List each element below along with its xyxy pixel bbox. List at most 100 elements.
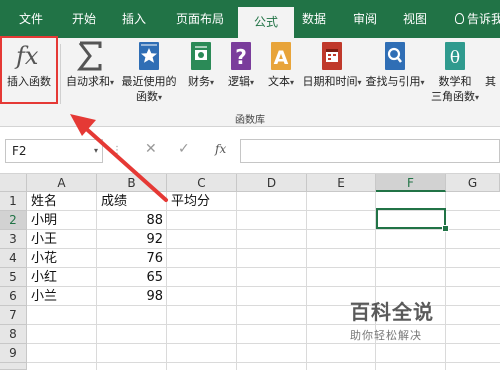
- date-time-button[interactable]: 日期和时间▾: [301, 38, 363, 112]
- chevron-down-icon: ▾: [420, 78, 425, 87]
- chevron-down-icon: ▾: [357, 78, 362, 87]
- tell-me-label: 告诉我: [467, 12, 500, 26]
- ribbon-formulas-panel: fx 插入函数 自动求和▾ 最近使用的函数▾ 财务▾ ? 逻辑▾ A 文本▾: [0, 38, 500, 127]
- cell-b1[interactable]: 成绩: [97, 192, 167, 211]
- row-header-5[interactable]: 5: [0, 268, 27, 287]
- ribbon-tab-bar: 文件 开始 插入 页面布局 公式 数据 审阅 视图 告诉我: [0, 0, 500, 38]
- ribbon-group-label: 函数库: [235, 115, 265, 126]
- chevron-down-icon: ▾: [157, 93, 162, 102]
- row-header-2[interactable]: 2: [0, 211, 27, 230]
- ribbon-separator: [60, 44, 61, 104]
- tab-formulas[interactable]: 公式: [238, 7, 294, 38]
- cell-a6[interactable]: 小兰: [27, 287, 97, 306]
- watermark: 百科全说 助你轻松解决: [350, 296, 454, 343]
- row-header-7[interactable]: 7: [0, 306, 27, 325]
- select-all-corner[interactable]: [0, 174, 27, 192]
- chevron-down-icon: ▾: [109, 78, 114, 87]
- column-header-g[interactable]: G: [446, 174, 500, 192]
- a-book-icon: A: [268, 40, 294, 76]
- math-trig-label-2: 三角函数: [430, 90, 475, 103]
- formula-input[interactable]: [240, 139, 500, 163]
- text-button[interactable]: A 文本▾: [262, 38, 300, 112]
- gridline: [27, 343, 500, 344]
- theta-book-icon: θ: [442, 40, 468, 76]
- row-header-1[interactable]: 1: [0, 192, 27, 211]
- enter-icon[interactable]: ✓: [178, 141, 190, 157]
- svg-text:θ: θ: [450, 48, 460, 68]
- recently-used-label-2: 函数: [135, 90, 158, 103]
- watermark-title: 百科全说: [350, 300, 434, 324]
- column-header-d[interactable]: D: [237, 174, 307, 192]
- math-trig-button[interactable]: θ 数学和 三角函数▾: [427, 38, 483, 112]
- name-box[interactable]: F2 ▾: [5, 139, 103, 163]
- lookup-reference-button[interactable]: 查找与引用▾: [364, 38, 426, 112]
- cell-a2[interactable]: 小明: [27, 211, 97, 230]
- row-header-6[interactable]: 6: [0, 287, 27, 306]
- date-time-label: 日期和时间: [302, 75, 358, 88]
- financial-button[interactable]: 财务▾: [182, 38, 220, 112]
- tab-review[interactable]: 审阅: [353, 0, 377, 38]
- autosum-button[interactable]: 自动求和▾: [64, 38, 116, 112]
- cell-a4[interactable]: 小花: [27, 249, 97, 268]
- formula-bar-resize-handle[interactable]: ⋮: [112, 145, 122, 156]
- search-book-icon: [382, 40, 408, 76]
- fill-handle[interactable]: [442, 225, 449, 232]
- row-header-4[interactable]: 4: [0, 249, 27, 268]
- cell-a1[interactable]: 姓名: [27, 192, 97, 211]
- cell-a3[interactable]: 小王: [27, 230, 97, 249]
- text-label: 文本: [267, 75, 290, 88]
- recently-used-label: 最近使用的: [121, 75, 177, 88]
- row-header-3[interactable]: 3: [0, 230, 27, 249]
- column-header-e[interactable]: E: [307, 174, 376, 192]
- tab-page-layout[interactable]: 页面布局: [176, 0, 224, 38]
- more-functions-button[interactable]: 其: [485, 38, 500, 112]
- cell-b3[interactable]: 92: [97, 230, 167, 249]
- lightbulb-icon: [455, 13, 464, 24]
- autosum-label: 自动求和: [65, 75, 110, 88]
- column-header-a[interactable]: A: [27, 174, 97, 192]
- cell-c1[interactable]: 平均分: [167, 192, 237, 211]
- tell-me-search[interactable]: 告诉我: [455, 0, 500, 38]
- sigma-icon: [75, 40, 105, 76]
- tab-view[interactable]: 视图: [403, 0, 427, 38]
- cancel-icon[interactable]: ✕: [145, 141, 157, 157]
- column-header-f[interactable]: F: [376, 174, 446, 192]
- tab-home[interactable]: 开始: [72, 0, 96, 38]
- column-header-c[interactable]: C: [167, 174, 237, 192]
- financial-label: 财务: [187, 75, 210, 88]
- watermark-subtitle: 助你轻松解决: [350, 329, 422, 342]
- gridline: [27, 362, 500, 363]
- recently-used-button[interactable]: 最近使用的函数▾: [118, 38, 180, 112]
- calendar-book-icon: [319, 40, 345, 76]
- tab-insert[interactable]: 插入: [122, 0, 146, 38]
- cell-a5[interactable]: 小红: [27, 268, 97, 287]
- chevron-down-icon[interactable]: ▾: [94, 140, 98, 162]
- cell-b5[interactable]: 65: [97, 268, 167, 287]
- row-header-9[interactable]: 9: [0, 344, 27, 363]
- logical-label: 逻辑: [227, 75, 250, 88]
- name-box-value: F2: [12, 144, 27, 158]
- fx-icon[interactable]: fx: [215, 142, 226, 156]
- tab-file[interactable]: 文件: [19, 0, 43, 38]
- row-header-10[interactable]: [0, 363, 27, 370]
- math-trig-label: 数学和: [438, 75, 472, 88]
- logical-button[interactable]: ? 逻辑▾: [222, 38, 260, 112]
- cell-b2[interactable]: 88: [97, 211, 167, 230]
- column-header-b[interactable]: B: [97, 174, 167, 192]
- svg-text:A: A: [274, 47, 289, 69]
- chevron-down-icon: ▾: [209, 78, 214, 87]
- chevron-down-icon: ▾: [249, 78, 254, 87]
- star-book-icon: [136, 40, 162, 76]
- insert-function-highlight: [0, 36, 58, 104]
- question-book-icon: ?: [228, 40, 254, 76]
- svg-text:?: ?: [235, 45, 247, 69]
- more-functions-label: 其: [485, 75, 496, 88]
- cell-b4[interactable]: 76: [97, 249, 167, 268]
- row-header-8[interactable]: 8: [0, 325, 27, 344]
- chevron-down-icon: ▾: [289, 78, 294, 87]
- formula-bar: F2 ▾ ⋮ ✕ ✓ fx: [0, 127, 500, 174]
- tab-data[interactable]: 数据: [302, 0, 326, 38]
- cell-b6[interactable]: 98: [97, 287, 167, 306]
- active-cell-f2[interactable]: [376, 208, 446, 229]
- money-book-icon: [188, 40, 214, 76]
